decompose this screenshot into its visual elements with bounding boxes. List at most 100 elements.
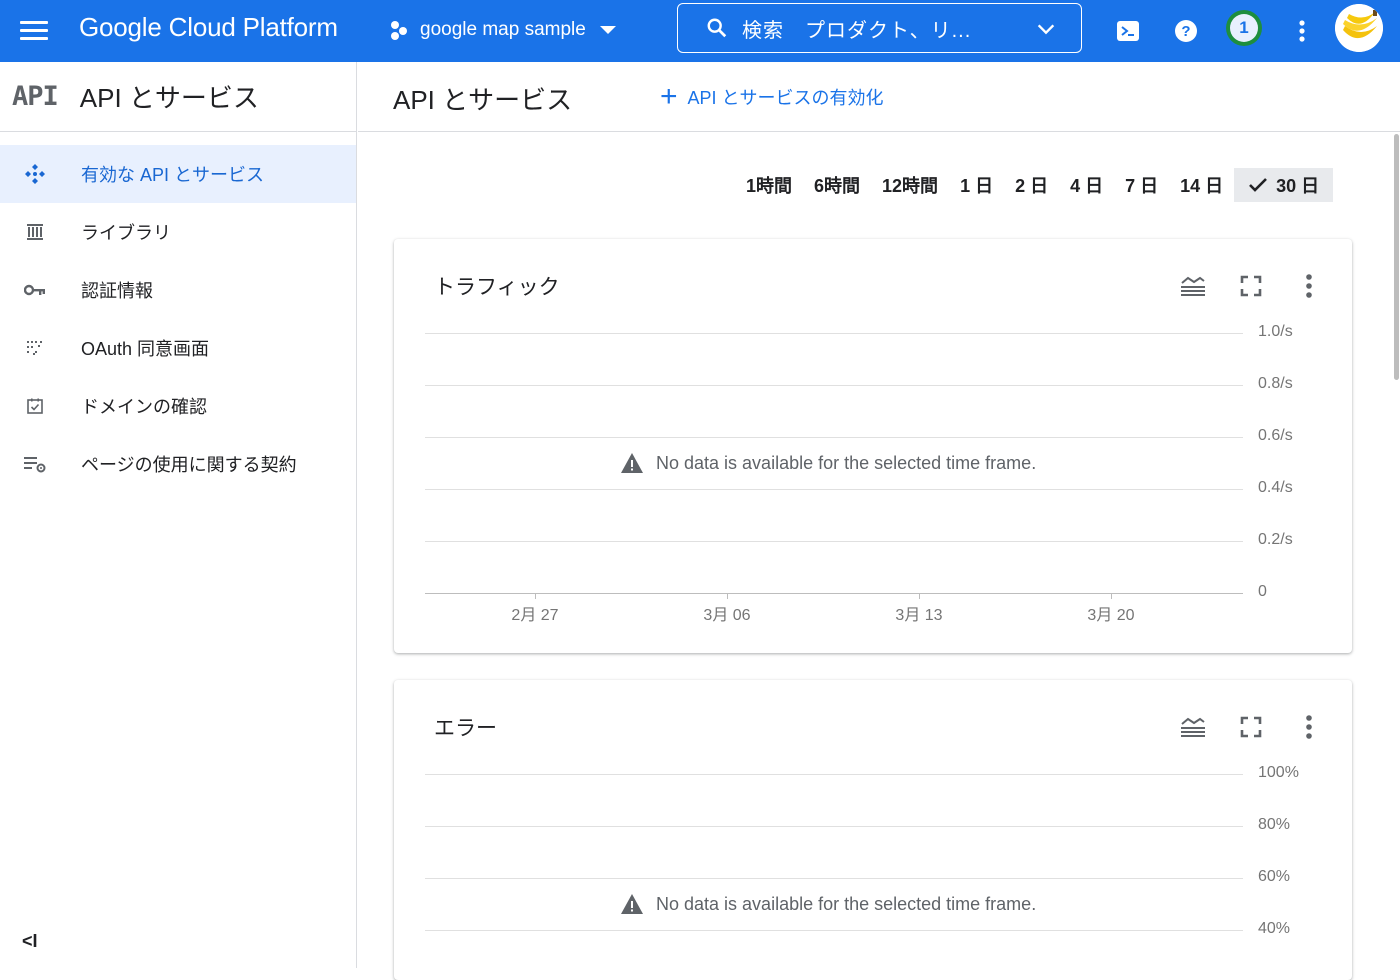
legend-toggle-icon[interactable]	[1178, 712, 1208, 742]
time-range-option[interactable]: 30 日	[1234, 168, 1334, 202]
sidebar: API API とサービス 有効な API とサービス ライブラリ 認証情報 O…	[0, 62, 357, 968]
sidebar-item-credentials[interactable]: 認証情報	[0, 261, 356, 319]
project-selector[interactable]: google map sample	[390, 15, 616, 45]
page-title: API とサービス	[393, 85, 573, 115]
x-tick-mark	[1111, 593, 1112, 599]
traffic-chart-card: トラフィック No data is available for the sele…	[394, 239, 1352, 653]
sidebar-item-domain-verification[interactable]: ドメインの確認	[0, 377, 356, 435]
x-tick-mark	[919, 593, 920, 599]
no-data-message: No data is available for the selected ti…	[620, 452, 1036, 474]
y-tick-label: 1.0/s	[1258, 323, 1293, 340]
time-range-label: 12時間	[882, 176, 939, 196]
sidebar-header: API API とサービス	[0, 62, 356, 132]
banana-avatar-icon	[1335, 4, 1383, 52]
help-icon[interactable]: ?	[1170, 15, 1202, 47]
oauth-dots-icon	[18, 340, 52, 356]
search-bar[interactable]: 検索 プロダクト、リ...	[677, 3, 1082, 53]
time-range-label: 2 日	[1015, 176, 1049, 196]
sidebar-item-enabled-apis[interactable]: 有効な API とサービス	[0, 145, 356, 203]
gridline	[425, 489, 1243, 490]
library-icon	[18, 222, 52, 242]
x-tick-label: 3月 20	[1087, 607, 1135, 624]
check-icon	[1249, 178, 1268, 192]
y-tick-label: 60%	[1258, 868, 1291, 885]
time-range-option[interactable]: 12時間	[871, 168, 949, 202]
gridline	[425, 541, 1243, 542]
sidebar-item-label: ページの使用に関する契約	[81, 455, 297, 475]
sidebar-item-label: ライブラリ	[81, 223, 171, 243]
gridline	[425, 930, 1243, 931]
legend-toggle-icon[interactable]	[1178, 271, 1208, 301]
y-tick-label: 0.8/s	[1258, 375, 1293, 392]
api-diamond-icon	[18, 162, 52, 186]
no-data-message: No data is available for the selected ti…	[620, 893, 1036, 915]
sidebar-nav: 有効な API とサービス ライブラリ 認証情報 OAuth 同意画面 ドメイン…	[0, 145, 356, 493]
chart-title: トラフィック	[434, 276, 560, 299]
y-tick-label: 0	[1258, 583, 1267, 600]
more-vert-icon[interactable]	[1286, 15, 1318, 47]
time-range-option[interactable]: 4 日	[1059, 168, 1114, 202]
time-range-label: 1時間	[746, 176, 793, 196]
x-tick-mark	[535, 593, 536, 599]
top-app-bar: Google Cloud Platform google map sample …	[0, 0, 1400, 62]
y-tick-label: 100%	[1258, 764, 1299, 781]
time-range-option[interactable]: 7 日	[1114, 168, 1169, 202]
fullscreen-icon[interactable]	[1236, 712, 1266, 742]
gridline	[425, 333, 1243, 334]
chevron-down-icon[interactable]	[1035, 18, 1057, 40]
time-range-label: 6時間	[814, 176, 861, 196]
y-tick-label: 80%	[1258, 816, 1291, 833]
time-range-option[interactable]: 1 日	[949, 168, 1004, 202]
more-vert-icon[interactable]	[1294, 271, 1324, 301]
warning-icon	[621, 894, 643, 914]
sidebar-title: API とサービス	[79, 83, 259, 113]
x-tick-label: 3月 06	[703, 607, 751, 624]
page-header: API とサービス + API とサービスの有効化	[358, 62, 1400, 132]
time-range-option[interactable]: 2 日	[1004, 168, 1059, 202]
chart-actions	[1178, 271, 1324, 301]
time-range-label: 30 日	[1276, 176, 1320, 196]
sidebar-item-label: 有効な API とサービス	[81, 165, 265, 185]
gridline	[425, 385, 1243, 386]
gridline	[425, 826, 1243, 827]
time-range-label: 14 日	[1180, 176, 1224, 196]
svg-text:?: ?	[1181, 23, 1190, 40]
chart-actions	[1178, 712, 1324, 742]
scrollbar-thumb[interactable]	[1394, 134, 1399, 380]
more-vert-icon[interactable]	[1294, 712, 1324, 742]
y-tick-label: 0.4/s	[1258, 479, 1293, 496]
chart-title: エラー	[434, 717, 497, 740]
brand-title[interactable]: Google Cloud Platform	[79, 12, 338, 43]
sidebar-item-label: OAuth 同意画面	[81, 339, 210, 359]
gridline	[425, 878, 1243, 879]
time-range-selector: 1時間 6時間 12時間 1 日 2 日 4 日 7 日 14 日 30 日	[735, 168, 1334, 202]
enable-apis-button[interactable]: + API とサービスの有効化	[660, 82, 884, 112]
no-data-text: No data is available for the selected ti…	[656, 893, 1037, 914]
y-tick-label: 40%	[1258, 920, 1291, 937]
account-avatar[interactable]	[1335, 4, 1383, 52]
project-hexagon-icon	[390, 19, 412, 41]
x-tick-mark	[727, 593, 728, 599]
errors-chart-card: エラー No data is available for the selecte…	[394, 680, 1352, 980]
enable-apis-label: API とサービスの有効化	[687, 88, 884, 108]
sidebar-item-oauth[interactable]: OAuth 同意画面	[0, 319, 356, 377]
sidebar-item-library[interactable]: ライブラリ	[0, 203, 356, 261]
sidebar-item-label: ドメインの確認	[81, 397, 207, 417]
time-range-option[interactable]: 6時間	[803, 168, 871, 202]
warning-icon	[621, 453, 643, 473]
checkbox-icon	[18, 398, 52, 414]
y-tick-label: 0.6/s	[1258, 427, 1293, 444]
collapse-sidebar-button[interactable]: <I	[22, 931, 38, 952]
caret-down-icon	[599, 26, 616, 34]
search-input[interactable]: 検索 プロダクト、リ...	[742, 14, 971, 43]
sidebar-item-page-usage[interactable]: ページの使用に関する契約	[0, 435, 356, 493]
gridline	[425, 774, 1243, 775]
time-range-option[interactable]: 1時間	[735, 168, 803, 202]
main-menu-button[interactable]	[20, 18, 48, 42]
api-logo-icon: API	[12, 81, 59, 112]
fullscreen-icon[interactable]	[1236, 271, 1266, 301]
page-scrollbar[interactable]	[1393, 132, 1400, 968]
cloud-shell-icon[interactable]	[1112, 15, 1144, 47]
time-range-option[interactable]: 14 日	[1169, 168, 1234, 202]
notifications-button[interactable]: 1	[1226, 10, 1262, 46]
